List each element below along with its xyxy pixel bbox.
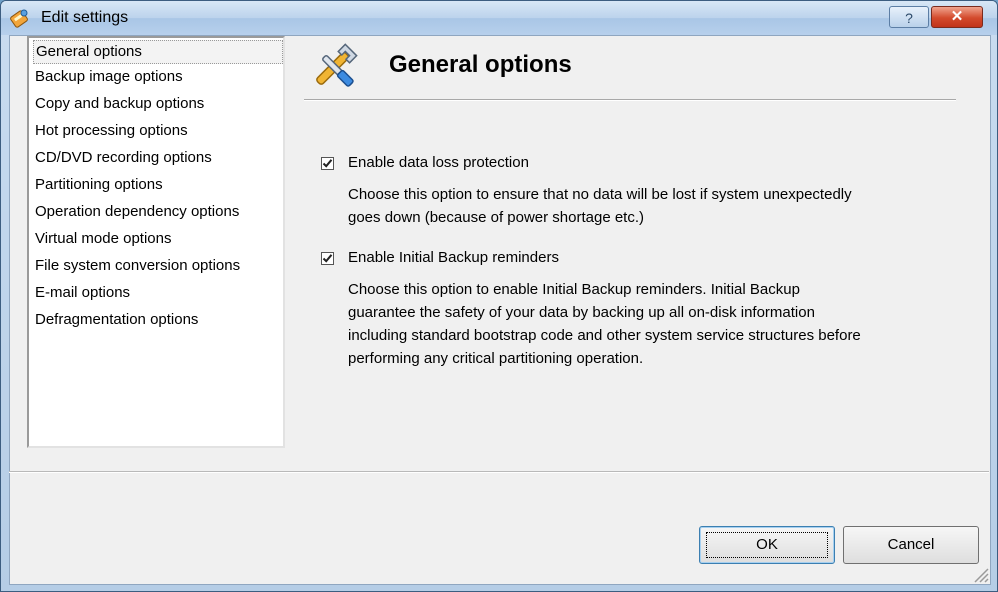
sidebar-item-cd-dvd-recording-options[interactable]: CD/DVD recording options [33, 146, 285, 170]
edit-settings-window: Edit settings ? ✕ General options Backup… [0, 0, 998, 592]
checkmark-icon [322, 159, 333, 168]
description-line: Choose this option to enable Initial Bac… [348, 281, 800, 298]
sidebar-item-operation-dependency-options[interactable]: Operation dependency options [33, 200, 285, 224]
cancel-button[interactable]: Cancel [843, 526, 979, 564]
sidebar-item-general-options[interactable]: General options [33, 40, 283, 64]
options-category-list[interactable]: General options Backup image options Cop… [27, 36, 285, 448]
description-line: goes down (because of power shortage etc… [348, 209, 645, 226]
panel-title: General options [389, 51, 572, 78]
checkmark-icon [322, 254, 333, 263]
sidebar-item-partitioning-options[interactable]: Partitioning options [33, 173, 285, 197]
sidebar-item-email-options[interactable]: E-mail options [33, 281, 285, 305]
footer-separator [9, 471, 989, 473]
cancel-button-label: Cancel [887, 536, 935, 553]
panel-divider [304, 99, 956, 101]
description-line: guarantee the safety of your data by bac… [348, 304, 815, 321]
sidebar-item-copy-and-backup-options[interactable]: Copy and backup options [33, 92, 285, 116]
data-loss-protection-label[interactable]: Enable data loss protection [348, 154, 529, 171]
app-icon [10, 9, 28, 28]
initial-backup-reminders-checkbox[interactable] [321, 252, 334, 265]
tools-icon [316, 43, 358, 87]
sidebar-item-virtual-mode-options[interactable]: Virtual mode options [33, 227, 285, 251]
close-button[interactable]: ✕ [931, 6, 983, 28]
initial-backup-reminders-description: Choose this option to enable Initial Bac… [348, 278, 968, 370]
focus-rectangle [706, 532, 828, 558]
sidebar-item-backup-image-options[interactable]: Backup image options [33, 65, 285, 89]
sidebar-item-file-system-conversion-options[interactable]: File system conversion options [33, 254, 285, 278]
ok-button[interactable]: OK [699, 526, 835, 564]
help-button[interactable]: ? [889, 6, 929, 28]
resize-grip-icon[interactable] [969, 563, 989, 583]
sidebar-item-hot-processing-options[interactable]: Hot processing options [33, 119, 285, 143]
initial-backup-reminders-label[interactable]: Enable Initial Backup reminders [348, 249, 559, 266]
sidebar-item-defragmentation-options[interactable]: Defragmentation options [33, 308, 285, 332]
window-title: Edit settings [41, 9, 129, 26]
description-line: including standard bootstrap code and ot… [348, 327, 861, 344]
title-bar[interactable]: Edit settings ? ✕ [1, 1, 997, 35]
description-line: Choose this option to ensure that no dat… [348, 186, 852, 203]
data-loss-protection-checkbox[interactable] [321, 157, 334, 170]
description-line: performing any critical partitioning ope… [348, 350, 644, 367]
data-loss-protection-description: Choose this option to ensure that no dat… [348, 183, 968, 229]
